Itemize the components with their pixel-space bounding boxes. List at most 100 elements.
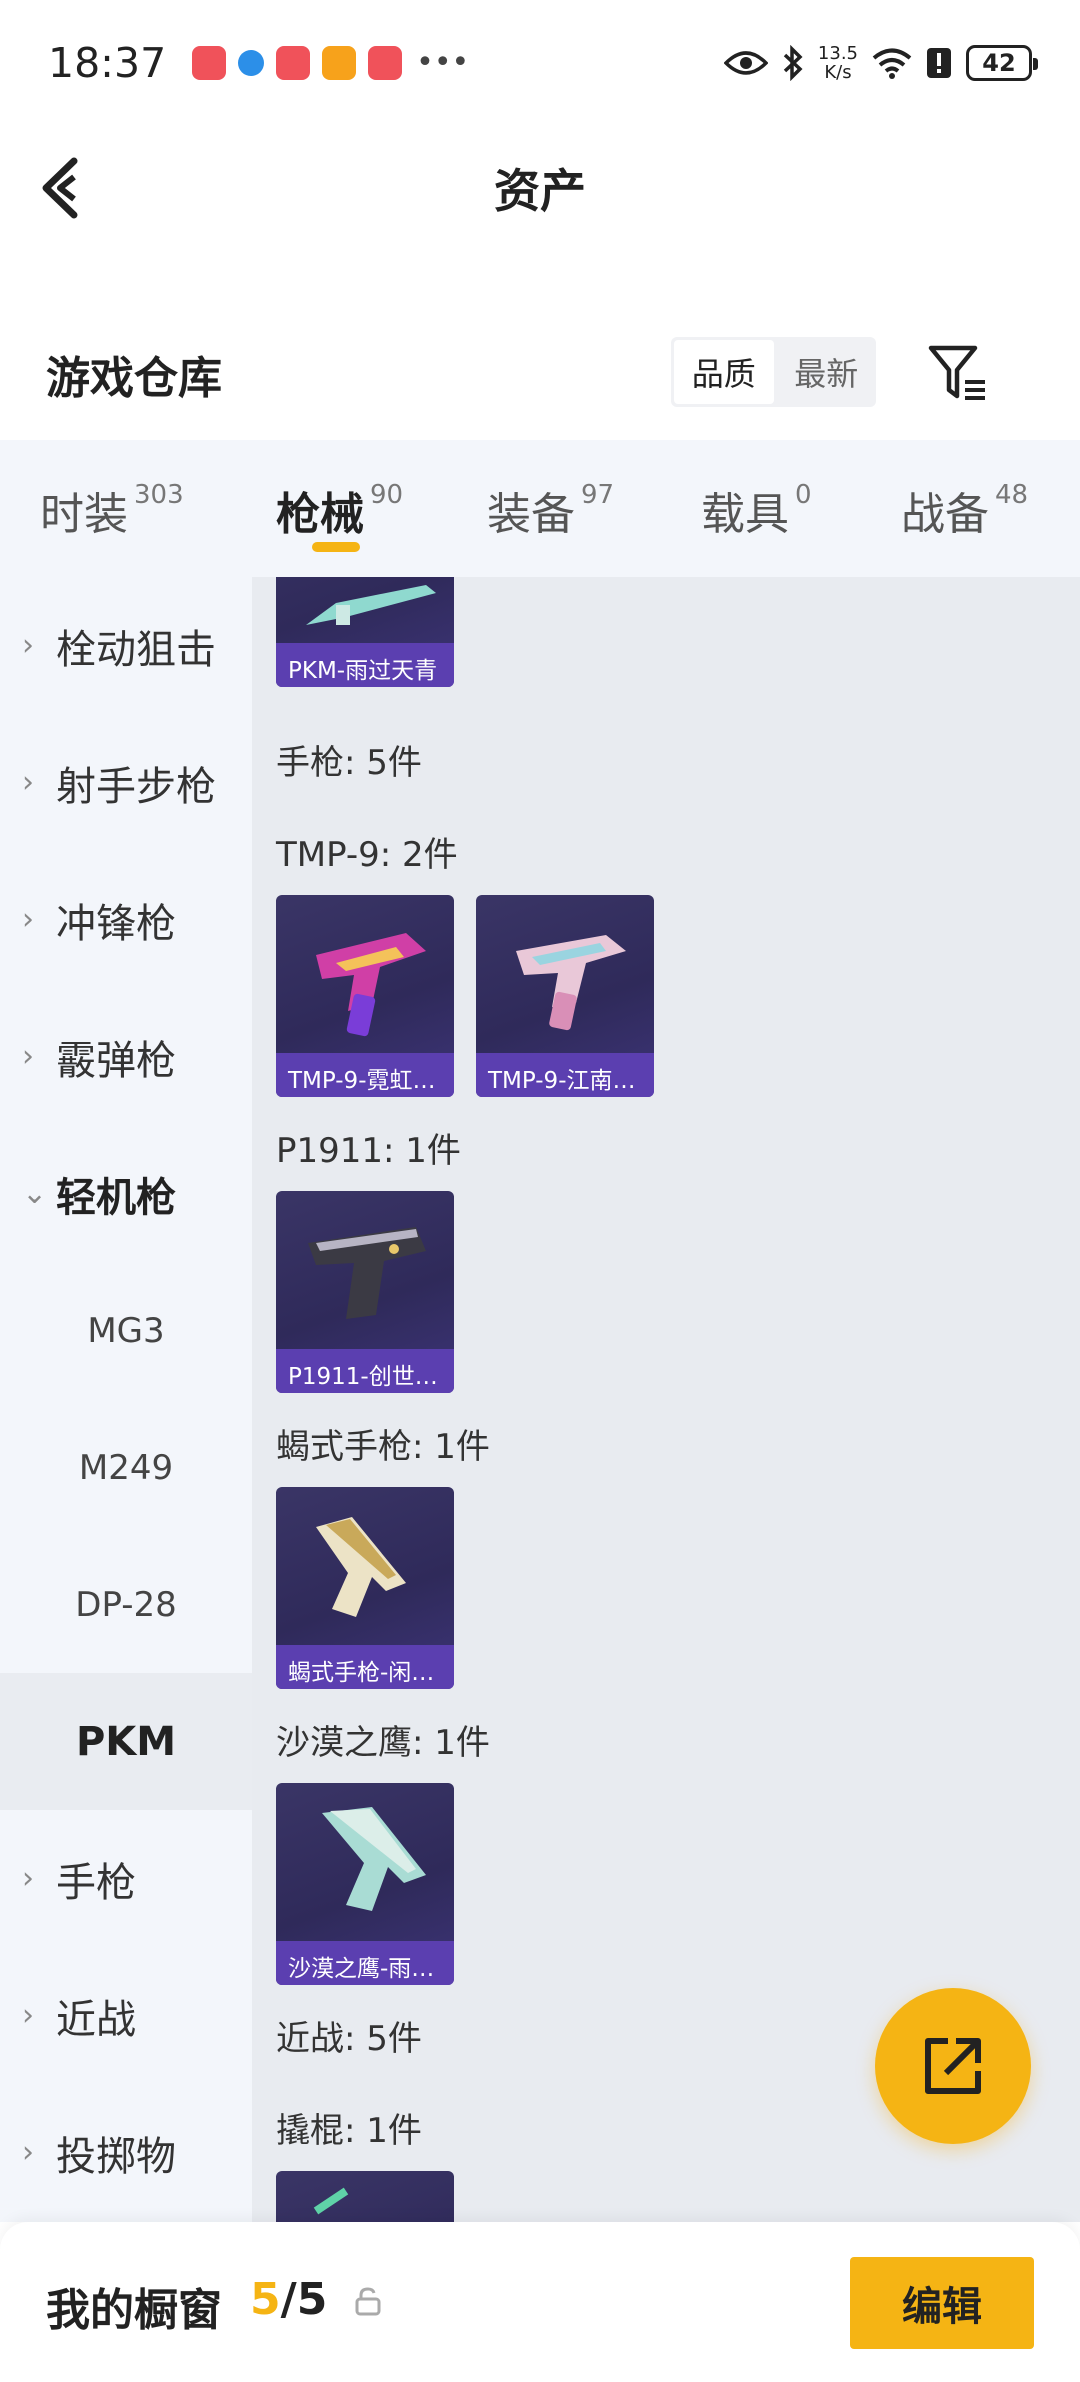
skin-card-name: TMP-9-霓虹… <box>276 1053 454 1097</box>
smg-skin-image <box>316 933 426 1037</box>
bluetooth-icon <box>783 44 803 81</box>
network-speed-value: 13.5 <box>817 42 858 64</box>
tab-label: 战备 <box>901 489 989 540</box>
sidebar-item-label: 霰弹枪 <box>56 1037 176 1084</box>
skin-list: PKM-雨过天青 手枪: 5件 TMP-9: 2件 TMP-9-霓虹… TMP-… <box>252 577 1080 2222</box>
chevron-right-icon: › <box>22 2135 34 2170</box>
sidebar-subitem-label: DP-28 <box>75 1584 177 1625</box>
smg-skin-image <box>516 935 626 1031</box>
sort-newest-button[interactable]: 最新 <box>777 337 877 407</box>
sidebar-subitem-dp28[interactable]: DP-28 <box>0 1536 252 1673</box>
sidebar-subitem-m249[interactable]: M249 <box>0 1399 252 1536</box>
active-tab-indicator <box>312 542 360 552</box>
skin-card[interactable]: P1911-创世… <box>276 1191 454 1393</box>
alert-icon <box>927 47 951 78</box>
status-bar: 18:37 ••• 13.5 K/s 42 <box>0 0 1080 125</box>
notification-app-icon <box>192 45 227 80</box>
sidebar-item-melee[interactable]: › 近战 <box>0 1947 252 2084</box>
sidebar-item-bolt-sniper[interactable]: › 栓动狙击 <box>0 577 252 714</box>
edit-button[interactable]: 编辑 <box>850 2257 1034 2349</box>
sidebar-item-label: 轻机枪 <box>56 1174 176 1221</box>
filter-icon[interactable] <box>925 340 991 406</box>
showcase-bar: 我的橱窗 5/5 编辑 <box>0 2222 1080 2382</box>
pistol-skin-image <box>308 1227 426 1319</box>
category-tabs: 时装 303 枪械 90 装备 97 载具 0 战备 48 <box>0 440 1080 577</box>
section-title: 沙漠之鹰: 1件 <box>276 1723 490 1763</box>
chevron-right-icon: › <box>22 1039 34 1074</box>
notification-video-icon <box>322 45 357 80</box>
more-notifications-icon: ••• <box>416 45 470 80</box>
tab-label: 载具 <box>701 489 789 540</box>
skin-card[interactable] <box>276 2171 454 2222</box>
tab-count: 0 <box>795 480 812 510</box>
app-header: 资产 <box>0 125 1080 250</box>
tab-count: 90 <box>370 480 404 510</box>
tab-label: 时装 <box>40 489 128 540</box>
skin-card[interactable]: 蝎式手枪-闲… <box>276 1487 454 1689</box>
showcase-label: 我的橱窗 <box>46 2285 222 2336</box>
pistol-skin-image <box>316 1517 406 1617</box>
sidebar-item-label: 投掷物 <box>56 2133 176 2180</box>
sidebar-item-lmg[interactable]: ⌄ 轻机枪 <box>0 1125 252 1262</box>
section-title: 撬棍: 1件 <box>276 2111 422 2151</box>
external-link-icon <box>925 2038 981 2094</box>
eye-icon <box>723 50 768 75</box>
tab-vehicles[interactable]: 载具 0 <box>701 440 901 577</box>
network-speed: 13.5 K/s <box>818 44 858 82</box>
tab-fashion[interactable]: 时装 303 <box>40 440 272 577</box>
melee-skin-image <box>313 2187 349 2215</box>
notification-browser-icon <box>238 49 265 76</box>
tab-count: 48 <box>995 480 1029 510</box>
skin-card[interactable]: PKM-雨过天青 <box>276 577 454 687</box>
skin-card-name: TMP-9-江南… <box>476 1053 654 1097</box>
status-time: 18:37 <box>48 38 167 87</box>
chevron-right-icon: › <box>22 628 34 663</box>
chevron-right-icon: › <box>22 1861 34 1896</box>
lock-icon <box>355 2287 381 2316</box>
skin-card-name: PKM-雨过天青 <box>276 643 454 687</box>
battery-icon: 42 <box>966 44 1038 81</box>
sidebar-item-shotgun[interactable]: › 霰弹枪 <box>0 988 252 1125</box>
sidebar-item-label: 冲锋枪 <box>56 900 176 947</box>
section-title: 手枪: 5件 <box>276 743 422 783</box>
sidebar-item-label: 近战 <box>56 1996 136 2043</box>
tab-tactical[interactable]: 战备 48 <box>901 440 1051 577</box>
skin-card[interactable]: TMP-9-霓虹… <box>276 895 454 1097</box>
skin-card[interactable]: TMP-9-江南… <box>476 895 654 1097</box>
sidebar-subitem-pkm[interactable]: PKM <box>0 1673 252 1810</box>
sidebar-item-label: 手枪 <box>56 1859 136 1906</box>
share-button[interactable] <box>875 1988 1031 2144</box>
chevron-down-icon: ⌄ <box>22 1176 48 1211</box>
skin-card[interactable]: 沙漠之鹰-雨… <box>276 1783 454 1985</box>
skin-card-name: 蝎式手枪-闲… <box>276 1645 454 1689</box>
weapon-category-sidebar: › 栓动狙击 › 射手步枪 › 冲锋枪 › 霰弹枪 ⌄ 轻机枪 MG3 M249… <box>0 577 252 2222</box>
rifle-skin-image <box>306 585 436 625</box>
tab-label: 装备 <box>487 489 575 540</box>
notification-app-icon <box>276 45 311 80</box>
tab-label: 枪械 <box>276 489 364 540</box>
chevron-right-icon: › <box>22 902 34 937</box>
showcase-total: /5 <box>280 2274 328 2325</box>
sidebar-subitem-mg3[interactable]: MG3 <box>0 1262 252 1399</box>
sidebar-subitem-label: PKM <box>75 1718 177 1765</box>
showcase-count: 5/5 <box>250 2274 327 2325</box>
section-title: 蝎式手枪: 1件 <box>276 1427 490 1467</box>
sidebar-item-pistol[interactable]: › 手枪 <box>0 1810 252 1947</box>
section-title: P1911: 1件 <box>276 1131 461 1171</box>
tab-count: 97 <box>581 480 615 510</box>
skin-card-name: 沙漠之鹰-雨… <box>276 1941 454 1985</box>
sort-toggle: 品质 最新 <box>671 337 876 407</box>
section-title: 近战: 5件 <box>276 2019 422 2059</box>
sidebar-item-smg[interactable]: › 冲锋枪 <box>0 851 252 988</box>
sidebar-item-marksman-rifle[interactable]: › 射手步枪 <box>0 714 252 851</box>
sidebar-item-label: 射手步枪 <box>56 763 216 810</box>
notification-app-icon <box>368 45 403 80</box>
tab-equipment[interactable]: 装备 97 <box>487 440 701 577</box>
tab-firearms[interactable]: 枪械 90 <box>272 440 487 577</box>
warehouse-header: 游戏仓库 品质 最新 <box>0 320 1080 440</box>
sort-quality-button[interactable]: 品质 <box>674 340 774 404</box>
network-speed-unit: K/s <box>824 61 852 83</box>
sidebar-item-throwable[interactable]: › 投掷物 <box>0 2084 252 2221</box>
warehouse-title: 游戏仓库 <box>46 353 222 404</box>
sidebar-item-label: 栓动狙击 <box>56 626 216 673</box>
